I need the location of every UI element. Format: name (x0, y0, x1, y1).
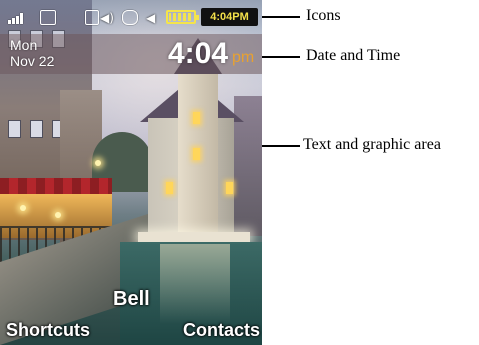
text-graphic-callout-line (262, 145, 300, 147)
wallpaper-window (193, 112, 200, 124)
alarm-icon (85, 10, 99, 25)
weekday-label: Mon (10, 37, 38, 53)
message-icon (40, 10, 56, 25)
shortcuts-softkey[interactable]: Shortcuts (6, 319, 90, 341)
wallpaper-lamp (55, 212, 61, 218)
wallpaper-window (166, 182, 173, 194)
ringer-icon: ◀ (146, 11, 156, 25)
wallpaper-window (226, 182, 233, 194)
wallpaper-lamp (95, 160, 101, 166)
wallpaper-cafe-awning (0, 178, 112, 194)
icons-callout-line (262, 16, 300, 18)
date-time-callout-line (262, 56, 300, 58)
contacts-softkey[interactable]: Contacts (183, 319, 260, 341)
main-clock: 4:04 (168, 37, 229, 70)
wallpaper-castle-base (138, 232, 250, 242)
text-graphic-callout-label: Text and graphic area (303, 136, 441, 153)
wallpaper-reflection (160, 244, 230, 324)
signal-strength-icon (8, 12, 26, 24)
phone-screen: ◀) ◀ 4:04PM Mon Nov 22 4:04 pm Bell Shor… (0, 0, 262, 345)
wallpaper-window (193, 148, 200, 160)
battery-icon (166, 10, 199, 24)
icons-callout-label: Icons (306, 7, 341, 24)
carrier-name: Bell (113, 288, 150, 310)
wallpaper-lamp (20, 205, 26, 211)
date-time-callout-label: Date and Time (306, 47, 401, 64)
date-label: Nov 22 (10, 53, 55, 69)
voicemail-icon (122, 10, 138, 25)
speaker-icon: ◀) (100, 11, 114, 25)
status-clock: 4:04PM (201, 8, 258, 26)
am-pm-indicator: pm (232, 49, 255, 66)
